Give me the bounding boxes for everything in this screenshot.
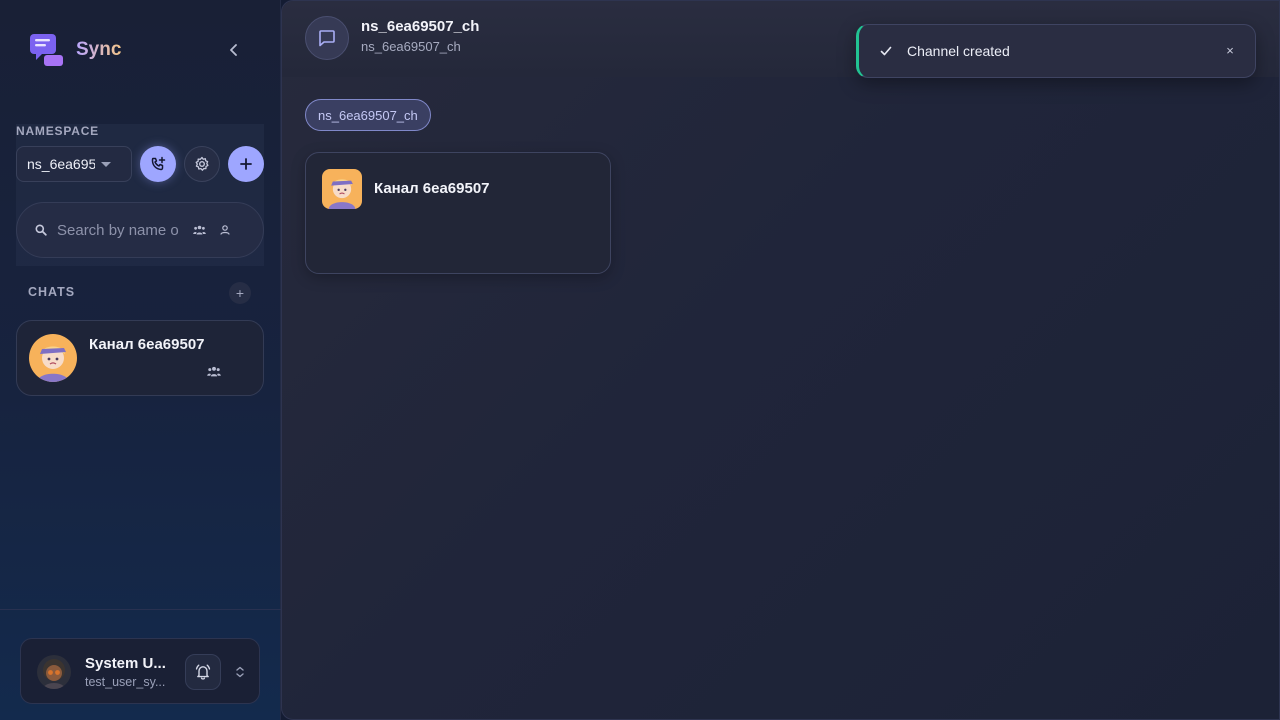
search-box[interactable] bbox=[16, 202, 264, 258]
add-chat-button[interactable] bbox=[228, 146, 264, 182]
user-avatar bbox=[37, 655, 71, 689]
group-icon bbox=[207, 364, 221, 377]
caret-down-icon bbox=[101, 161, 111, 167]
search-icon bbox=[35, 224, 47, 236]
user-name: System U... bbox=[85, 655, 166, 672]
collapse-sidebar-button[interactable] bbox=[224, 40, 244, 60]
namespace-select-value: ns_6ea69507 bbox=[27, 156, 95, 172]
gear-icon bbox=[195, 156, 209, 171]
page-title: ns_6ea69507_ch bbox=[361, 18, 480, 35]
avatar bbox=[322, 169, 362, 209]
namespace-settings-button[interactable] bbox=[184, 146, 220, 182]
chats-section-label: CHATS bbox=[28, 285, 76, 299]
chat-bubbles-icon bbox=[30, 33, 64, 67]
person-icon bbox=[220, 225, 230, 235]
message-square-icon bbox=[319, 30, 335, 47]
search-input[interactable] bbox=[57, 221, 181, 239]
filter-groups-button[interactable] bbox=[191, 222, 207, 238]
brand-name: Sync bbox=[76, 39, 122, 60]
namespace-panel: NAMESPACE ns_6ea69507 bbox=[16, 124, 264, 266]
filter-users-button[interactable] bbox=[217, 222, 233, 238]
sidebar: Sync NAMESPACE ns_6ea69507 bbox=[0, 0, 281, 720]
toast-close-button[interactable]: × bbox=[1221, 41, 1239, 59]
brand[interactable]: Sync bbox=[30, 33, 121, 67]
notifications-button[interactable] bbox=[185, 654, 221, 690]
page-subtitle: ns_6ea69507_ch bbox=[361, 39, 461, 54]
chat-card[interactable]: Канал 6ea69507 bbox=[305, 152, 611, 274]
phone-plus-icon bbox=[151, 156, 166, 171]
namespace-chip[interactable]: ns_6ea69507_ch bbox=[305, 99, 431, 131]
chat-list-item[interactable]: Канал 6ea69507 bbox=[16, 320, 264, 396]
sidebar-divider bbox=[0, 609, 281, 610]
namespace-label: NAMESPACE bbox=[16, 124, 99, 138]
chat-name: Канал 6ea69507 bbox=[89, 336, 205, 353]
plus-icon bbox=[240, 158, 252, 170]
toast-notification: Channel created × bbox=[856, 24, 1256, 78]
chats-add-button[interactable]: + bbox=[229, 282, 251, 304]
avatar bbox=[29, 334, 77, 382]
chevron-up-down-icon bbox=[236, 666, 244, 678]
user-handle: test_user_sy... bbox=[85, 675, 166, 689]
toast-message: Channel created bbox=[907, 43, 1010, 59]
bell-icon bbox=[195, 664, 211, 680]
check-icon bbox=[879, 44, 893, 58]
main-panel: ns_6ea69507_ch ns_6ea69507_ch ns_6ea6950… bbox=[281, 0, 1280, 720]
chat-card-name: Канал 6ea69507 bbox=[374, 180, 490, 197]
group-icon bbox=[192, 225, 206, 235]
channel-icon bbox=[305, 16, 349, 60]
add-call-button[interactable] bbox=[140, 146, 176, 182]
expand-user-menu-button[interactable] bbox=[231, 663, 249, 681]
user-card[interactable]: System U... test_user_sy... bbox=[20, 638, 260, 704]
chevron-left-icon bbox=[230, 44, 237, 56]
namespace-select[interactable]: ns_6ea69507 bbox=[16, 146, 132, 182]
